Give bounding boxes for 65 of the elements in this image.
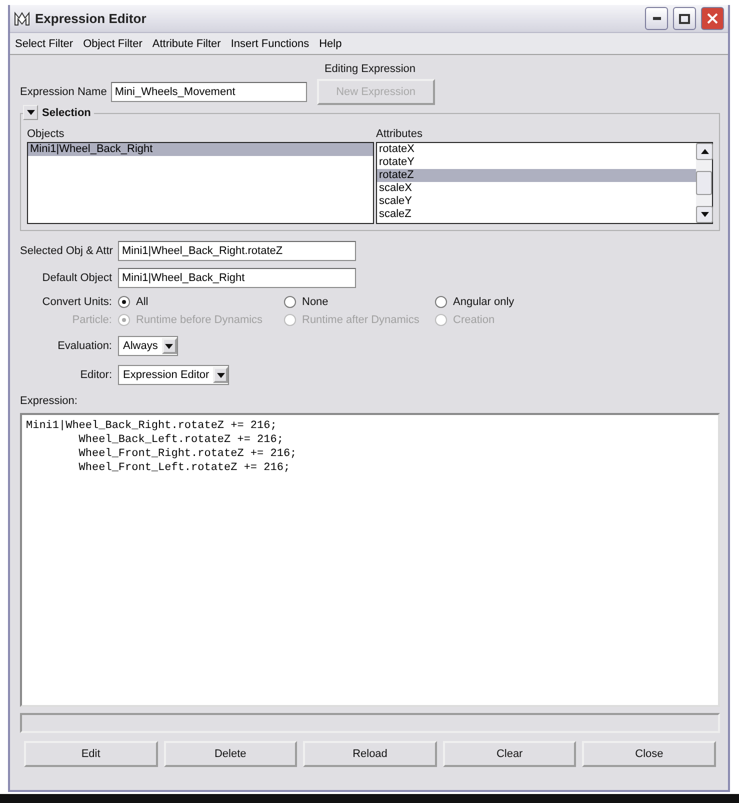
code-line: Wheel_Back_Left.rotateZ += 216; xyxy=(78,433,284,447)
field-label: Default Object xyxy=(41,272,112,284)
radio-label: Creation xyxy=(453,314,495,326)
radio-button[interactable] xyxy=(118,296,130,308)
default-object-field[interactable]: Mini1|Wheel_Back_Right xyxy=(118,268,356,288)
radio-label: None xyxy=(302,296,328,308)
radio-button[interactable] xyxy=(435,296,447,308)
scroll-down-button[interactable] xyxy=(696,206,713,223)
radio-label: Runtime before Dynamics xyxy=(136,314,263,326)
code-line: Mini1|Wheel_Back_Right.rotateZ += 216; xyxy=(26,419,278,433)
collapse-toggle[interactable] xyxy=(23,105,38,120)
list-item[interactable]: scaleX xyxy=(377,182,696,195)
close-icon xyxy=(707,13,718,24)
dropdown[interactable]: Expression Editor xyxy=(118,365,230,385)
action-button[interactable]: Close xyxy=(582,741,716,767)
dropdown-label: Evaluation: xyxy=(56,340,112,352)
action-button[interactable]: Delete xyxy=(164,741,298,767)
dropdown-label: Editor: xyxy=(79,369,112,381)
app-logo-icon xyxy=(14,10,30,26)
caret-icon xyxy=(26,110,34,115)
radio-label: Angular only xyxy=(453,296,514,308)
code-line: Wheel_Front_Left.rotateZ += 216; xyxy=(78,461,292,475)
menu-item[interactable]: Attribute Filter xyxy=(147,38,226,50)
menu-item[interactable]: Help xyxy=(314,38,347,50)
maximize-icon xyxy=(679,14,690,24)
menu-item[interactable]: Insert Functions xyxy=(226,38,314,50)
list-item[interactable]: scaleY xyxy=(377,195,696,208)
action-button[interactable]: Reload xyxy=(303,741,437,767)
expression-name-field[interactable]: Mini_Wheels_Movement xyxy=(110,82,307,102)
list-item[interactable]: Mini1|Wheel_Back_Right xyxy=(28,143,373,156)
field-label: Selected Obj & Attr xyxy=(20,245,112,257)
radio-label: Runtime after Dynamics xyxy=(302,314,420,326)
minimize-icon xyxy=(652,17,660,20)
radio-label: All xyxy=(136,296,148,308)
minimize-button[interactable] xyxy=(645,7,668,30)
maximize-button[interactable] xyxy=(673,7,696,30)
action-button[interactable]: Clear xyxy=(442,741,576,767)
radio-group-label: Convert Units: xyxy=(41,296,112,308)
caret-icon xyxy=(165,344,174,348)
expression-label: Expression: xyxy=(20,395,78,407)
expression-text-area[interactable]: Mini1|Wheel_Back_Right.rotateZ += 216; Wheel_Back_Left.rotateZ += 216; Wheel_Front_Right.rotateZ += 216; Wheel_Front_Left.rotateZ += 216; xyxy=(20,413,720,707)
radio-button[interactable] xyxy=(284,296,296,308)
field-label: Expression Name xyxy=(20,86,107,98)
selected-attribute-field[interactable]: Mini1|Wheel_Back_Right.rotateZ xyxy=(118,241,356,261)
caret-icon xyxy=(216,372,225,378)
scroll-up-button[interactable] xyxy=(696,143,713,160)
list-item[interactable]: rotateZ xyxy=(377,169,696,182)
close-button[interactable] xyxy=(701,7,724,30)
code-line: Wheel_Front_Right.rotateZ += 216; xyxy=(78,447,298,461)
caret-icon xyxy=(700,149,708,154)
editor-heading: Editing Expression xyxy=(324,63,416,75)
list-item[interactable]: rotateY xyxy=(377,156,696,169)
window-title: Expression Editor xyxy=(35,11,148,26)
radio-group-label: Particle: xyxy=(71,314,112,326)
menu-item[interactable]: Object Filter xyxy=(78,38,148,50)
list-item[interactable]: rotateX xyxy=(377,143,696,156)
list-label: Objects xyxy=(27,128,64,140)
caret-icon xyxy=(700,212,708,217)
action-button[interactable]: Edit xyxy=(24,741,158,767)
list-item[interactable]: scaleZ xyxy=(377,208,696,221)
scrollbar-thumb[interactable] xyxy=(696,171,712,195)
section-title: Selection xyxy=(42,106,91,118)
menu-item[interactable]: Select Filter xyxy=(10,38,78,50)
list-label: Attributes xyxy=(376,128,422,140)
dropdown[interactable]: Always xyxy=(118,336,178,356)
